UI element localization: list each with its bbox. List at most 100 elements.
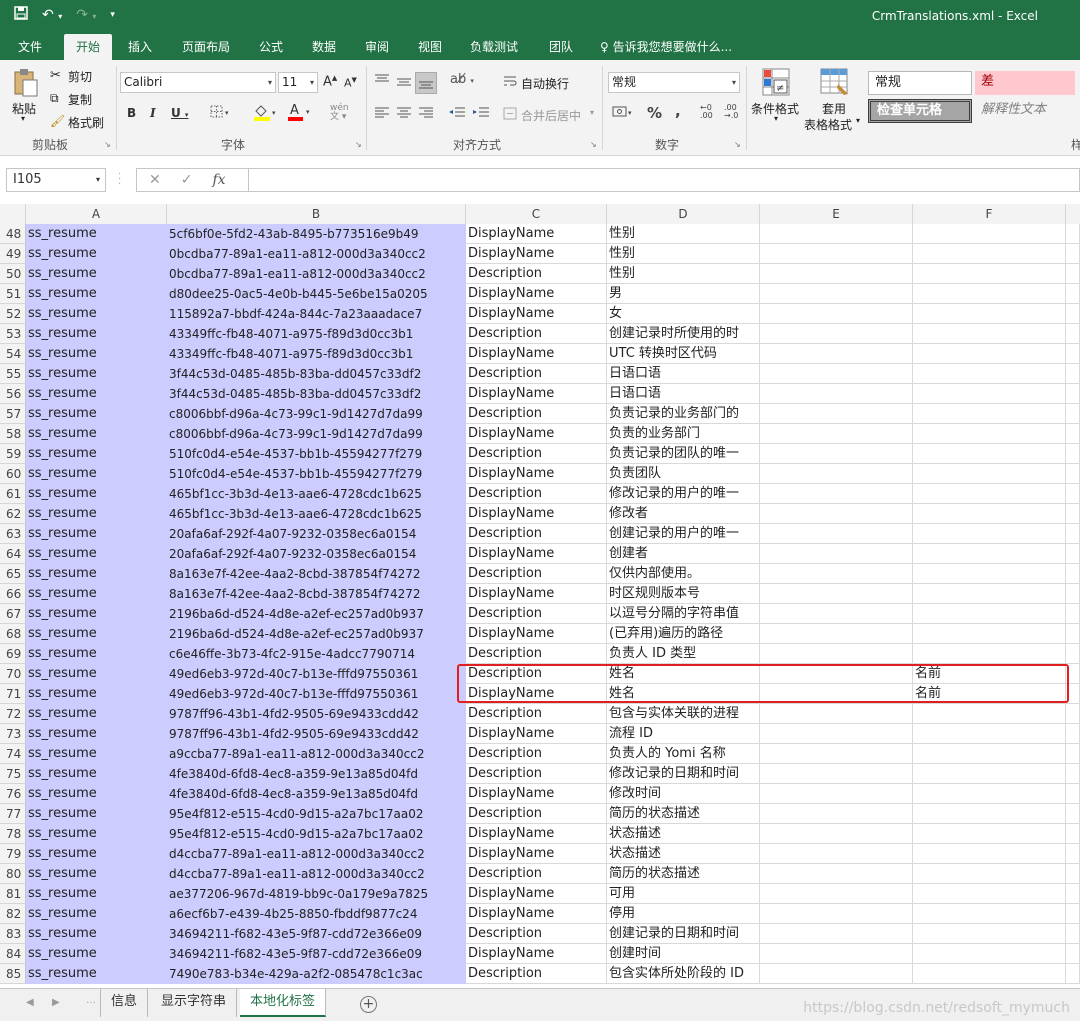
- shrink-font-icon[interactable]: A▼: [344, 76, 357, 90]
- cell-b[interactable]: 5cf6bf0e-5fd2-43ab-8495-b773516e9b49: [167, 224, 466, 244]
- cell-a[interactable]: ss_resume: [26, 724, 167, 744]
- italic-icon[interactable]: I: [150, 106, 156, 120]
- cell-e[interactable]: [760, 584, 913, 604]
- cell-f[interactable]: [913, 804, 1066, 824]
- cell-e[interactable]: [760, 324, 913, 344]
- cell-d[interactable]: 包含实体所处阶段的 ID: [607, 964, 760, 984]
- cell-b[interactable]: 115892a7-bbdf-424a-844c-7a23aaadace7: [167, 304, 466, 324]
- cell-g[interactable]: [1066, 844, 1080, 864]
- cell-d[interactable]: 负责团队: [607, 464, 760, 484]
- enter-icon[interactable]: ✓: [181, 172, 193, 188]
- name-box[interactable]: I105 ▾: [6, 168, 106, 192]
- cell-a[interactable]: ss_resume: [26, 904, 167, 924]
- cell-d[interactable]: 姓名: [607, 664, 760, 684]
- cell-a[interactable]: ss_resume: [26, 424, 167, 444]
- cell-c[interactable]: Description: [466, 864, 607, 884]
- chevron-down-icon[interactable]: ▾: [856, 116, 860, 125]
- cell-b[interactable]: d4ccba77-89a1-ea11-a812-000d3a340cc2: [167, 844, 466, 864]
- cell-g[interactable]: [1066, 444, 1080, 464]
- orientation-icon[interactable]: ab̸ ▾: [450, 72, 474, 87]
- formula-input[interactable]: [248, 168, 1080, 192]
- cell-f[interactable]: [913, 864, 1066, 884]
- tab-page-layout[interactable]: 页面布局: [178, 34, 234, 60]
- cell-c[interactable]: DisplayName: [466, 304, 607, 324]
- cell-b[interactable]: 34694211-f682-43e5-9f87-cdd72e366e09: [167, 924, 466, 944]
- cell-g[interactable]: [1066, 564, 1080, 584]
- row-header[interactable]: 57: [0, 404, 26, 424]
- cell-a[interactable]: ss_resume: [26, 444, 167, 464]
- cell-d[interactable]: 修改者: [607, 504, 760, 524]
- cell-c[interactable]: DisplayName: [466, 504, 607, 524]
- cell-a[interactable]: ss_resume: [26, 844, 167, 864]
- fill-color-icon[interactable]: ▾: [253, 103, 279, 124]
- cell-g[interactable]: [1066, 364, 1080, 384]
- currency-icon[interactable]: ▾: [612, 104, 636, 123]
- cell-e[interactable]: [760, 264, 913, 284]
- cell-a[interactable]: ss_resume: [26, 824, 167, 844]
- cell-e[interactable]: [760, 704, 913, 724]
- row-header[interactable]: 71: [0, 684, 26, 704]
- prev-sheet-icon[interactable]: ◀: [26, 997, 34, 1008]
- tab-home[interactable]: 开始: [64, 34, 112, 60]
- cell-b[interactable]: d4ccba77-89a1-ea11-a812-000d3a340cc2: [167, 864, 466, 884]
- row-header[interactable]: 83: [0, 924, 26, 944]
- cell-c[interactable]: Description: [466, 404, 607, 424]
- cell-d[interactable]: 性别: [607, 224, 760, 244]
- alignment-launcher-icon[interactable]: ↘: [590, 140, 597, 149]
- cell-g[interactable]: [1066, 724, 1080, 744]
- cell-d[interactable]: 负责记录的业务部门的: [607, 404, 760, 424]
- cell-f[interactable]: [913, 404, 1066, 424]
- cell-b[interactable]: 8a163e7f-42ee-4aa2-8cbd-387854f74272: [167, 564, 466, 584]
- cell-c[interactable]: DisplayName: [466, 244, 607, 264]
- cell-g[interactable]: [1066, 384, 1080, 404]
- cell-a[interactable]: ss_resume: [26, 304, 167, 324]
- cell-f[interactable]: [913, 604, 1066, 624]
- cell-g[interactable]: [1066, 944, 1080, 964]
- cell-b[interactable]: 34694211-f682-43e5-9f87-cdd72e366e09: [167, 944, 466, 964]
- cell-e[interactable]: [760, 284, 913, 304]
- cell-f[interactable]: [913, 324, 1066, 344]
- cell-g[interactable]: [1066, 284, 1080, 304]
- cell-g[interactable]: [1066, 544, 1080, 564]
- format-painter-button[interactable]: 格式刷: [68, 114, 104, 131]
- row-header[interactable]: 65: [0, 564, 26, 584]
- cell-c[interactable]: Description: [466, 444, 607, 464]
- row-header[interactable]: 58: [0, 424, 26, 444]
- cell-d[interactable]: 负责人 ID 类型: [607, 644, 760, 664]
- cell-f[interactable]: [913, 644, 1066, 664]
- cell-e[interactable]: [760, 944, 913, 964]
- cell-c[interactable]: Description: [466, 704, 607, 724]
- cell-d[interactable]: 修改记录的用户的唯一: [607, 484, 760, 504]
- cell-c[interactable]: DisplayName: [466, 944, 607, 964]
- cancel-icon[interactable]: ✕: [149, 172, 161, 188]
- cell-c[interactable]: DisplayName: [466, 464, 607, 484]
- cell-d[interactable]: 创建记录时所使用的时: [607, 324, 760, 344]
- cell-d[interactable]: UTC 转换时区代码: [607, 344, 760, 364]
- insert-function-icon[interactable]: fx: [212, 172, 225, 188]
- cell-e[interactable]: [760, 604, 913, 624]
- cell-c[interactable]: Description: [466, 524, 607, 544]
- cell-b[interactable]: 95e4f812-e515-4cd0-9d15-a2a7bc17aa02: [167, 804, 466, 824]
- style-check-cell[interactable]: 检查单元格: [868, 99, 972, 123]
- cell-f[interactable]: [913, 384, 1066, 404]
- row-header[interactable]: 70: [0, 664, 26, 684]
- cell-d[interactable]: 日语口语: [607, 384, 760, 404]
- cell-e[interactable]: [760, 964, 913, 984]
- cell-a[interactable]: ss_resume: [26, 244, 167, 264]
- cell-g[interactable]: [1066, 604, 1080, 624]
- cell-g[interactable]: [1066, 644, 1080, 664]
- cell-c[interactable]: Description: [466, 564, 607, 584]
- cell-c[interactable]: DisplayName: [466, 424, 607, 444]
- font-color-icon[interactable]: A ▾: [287, 102, 313, 124]
- cell-c[interactable]: Description: [466, 804, 607, 824]
- cell-d[interactable]: 性别: [607, 264, 760, 284]
- align-right-icon[interactable]: [418, 107, 434, 122]
- cell-c[interactable]: DisplayName: [466, 224, 607, 244]
- merge-center-button[interactable]: 合并后居中: [521, 107, 581, 124]
- increase-decimal-icon[interactable]: ←0.00: [700, 104, 713, 120]
- cell-a[interactable]: ss_resume: [26, 524, 167, 544]
- next-sheet-icon[interactable]: ▶: [52, 997, 60, 1008]
- cell-f[interactable]: [913, 964, 1066, 984]
- cell-g[interactable]: [1066, 304, 1080, 324]
- cell-f[interactable]: [913, 444, 1066, 464]
